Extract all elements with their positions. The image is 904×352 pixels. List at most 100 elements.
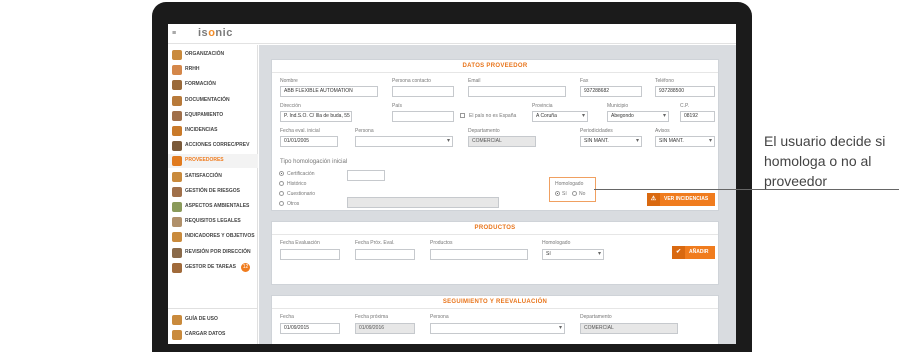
fax-label: Fax: [580, 78, 589, 84]
followup-panel: SEGUIMIENTO Y REEVALUACIÓN Fecha 01/09/2…: [271, 295, 719, 344]
homologated-label: Homologado: [555, 181, 584, 187]
legal-icon: [172, 217, 182, 228]
name-field[interactable]: ABB FLEXIBLE AUTOMATION: [280, 86, 378, 97]
province-label: Provincia: [532, 103, 553, 109]
suppliers-icon: [172, 156, 182, 167]
not-spain-checkbox[interactable]: [460, 113, 465, 118]
homologated-yes-radio[interactable]: [555, 191, 560, 196]
sidebar-item[interactable]: REVISIÓN POR DIRECCIÓN: [168, 246, 258, 260]
sidebar-item[interactable]: DOCUMENTACIÓN: [168, 94, 258, 108]
sidebar-item[interactable]: RRHH: [168, 63, 258, 77]
sidebar-item[interactable]: EQUIPAMIENTO: [168, 109, 258, 123]
sidebar-item[interactable]: PROVEEDORES: [168, 154, 258, 169]
email-label: Email: [468, 78, 481, 84]
sidebar-item[interactable]: INCIDENCIAS: [168, 124, 258, 138]
documents-icon: [172, 95, 182, 106]
product-homologated-select[interactable]: Sí: [542, 249, 604, 260]
actions-icon: [172, 141, 182, 152]
followup-panel-title: SEGUIMIENTO Y REEVALUACIÓN: [272, 296, 718, 309]
sidebar-item[interactable]: INDICADORES Y OBJETIVOS: [168, 230, 258, 244]
country-label: País: [392, 103, 403, 109]
phone-label: Teléfono: [655, 78, 674, 84]
option-otros: Otros: [287, 201, 300, 207]
sidebar-footer-label: GUÍA DE USO: [185, 316, 218, 322]
phone-field[interactable]: 937288500: [655, 86, 715, 97]
followup-department-label: Departamento: [580, 314, 612, 320]
upload-icon: [172, 330, 182, 340]
homologated-no-radio[interactable]: [572, 191, 577, 196]
province-select[interactable]: A Coruña: [532, 111, 588, 122]
sidebar-footer-item[interactable]: CARGAR DATOS: [168, 328, 258, 342]
person-select[interactable]: [355, 136, 453, 147]
email-field[interactable]: [468, 86, 566, 97]
initial-eval-date-field[interactable]: 01/01/2005: [280, 136, 338, 147]
environment-icon: [172, 202, 182, 212]
view-incidents-button[interactable]: ⚠ VER INCIDENCIAS: [647, 193, 715, 206]
guide-icon: [172, 315, 182, 325]
country-field[interactable]: [392, 111, 454, 122]
address-label: Dirección: [280, 103, 301, 109]
name-label: Nombre: [280, 78, 298, 84]
municipality-label: Municipio: [607, 103, 629, 109]
products-panel: PRODUCTOS Fecha Evaluación Fecha Próx. E…: [271, 221, 719, 285]
notices-select[interactable]: SIN MANT.: [655, 136, 715, 147]
next-eval-date-label: Fecha Próx. Eval.: [355, 240, 395, 246]
app-screen: ≡ isonic ORGANIZACIÓN RRHH FORMACIÓN DOCUME…: [168, 24, 736, 344]
address-field[interactable]: P. Ind.S.O. C/ Illa de buda, 55: [280, 111, 352, 122]
menu-icon[interactable]: ≡: [172, 29, 186, 39]
sidebar-footer-item[interactable]: SALIR: [168, 343, 258, 344]
sidebar-item-label: FORMACIÓN: [185, 81, 216, 88]
products-field[interactable]: [430, 249, 528, 260]
radio-historico[interactable]: [279, 181, 284, 186]
person-label: Persona: [355, 128, 374, 134]
sidebar-item-label: INCIDENCIAS: [185, 127, 218, 133]
sidebar-item[interactable]: ACCIONES CORREC/PREV: [168, 139, 258, 153]
homologation-type-label: Tipo homologación inicial: [280, 159, 348, 165]
annotation-text: El usuario decide si homologa o no al pr…: [764, 133, 886, 189]
check-icon: ✔: [672, 246, 685, 259]
hr-icon: [172, 65, 182, 76]
postcode-field[interactable]: 08192: [680, 111, 715, 122]
radio-otros[interactable]: [279, 201, 284, 206]
radio-cuestionario[interactable]: [279, 191, 284, 196]
sidebar-item[interactable]: FORMACIÓN: [168, 78, 258, 92]
radio-certificacion[interactable]: [279, 171, 284, 176]
indicators-icon: [172, 232, 182, 243]
sidebar-item[interactable]: REQUISITOS LEGALES: [168, 215, 258, 229]
followup-person-label: Persona: [430, 314, 449, 320]
sidebar-footer-label: CARGAR DATOS: [185, 331, 226, 337]
sidebar-item-label: INDICADORES Y OBJETIVOS: [185, 233, 255, 240]
sidebar-item-label: ASPECTOS AMBIENTALES: [185, 203, 250, 209]
tasks-badge: 12: [241, 262, 250, 272]
eval-date-field[interactable]: [280, 249, 340, 260]
followup-person-select[interactable]: [430, 323, 565, 334]
risk-icon: [172, 186, 182, 197]
contact-field[interactable]: [392, 86, 454, 97]
sidebar-item[interactable]: GESTIÓN DE RIESGOS: [168, 185, 258, 199]
followup-date-label: Fecha: [280, 314, 294, 320]
add-button[interactable]: ✔ AÑADIR: [672, 246, 715, 259]
sidebar-item-label: RRHH: [185, 66, 200, 73]
next-eval-date-field[interactable]: [355, 249, 415, 260]
sidebar-item[interactable]: SATISFACCIÓN: [168, 170, 258, 184]
sidebar-item[interactable]: ASPECTOS AMBIENTALES: [168, 200, 258, 214]
periodicity-select[interactable]: SIN MANT.: [580, 136, 642, 147]
sidebar-item-label: EQUIPAMIENTO: [185, 111, 224, 118]
followup-department-field: COMERCIAL: [580, 323, 678, 334]
training-icon: [172, 80, 182, 91]
incidents-icon: [172, 126, 182, 136]
top-bar: ≡ isonic: [168, 24, 736, 44]
sidebar-footer-item[interactable]: GUÍA DE USO: [168, 313, 258, 327]
followup-date-field[interactable]: 01/09/2015: [280, 323, 340, 334]
sidebar-item-label: PROVEEDORES: [185, 157, 224, 164]
products-label: Productos: [430, 240, 453, 246]
certification-field[interactable]: [347, 170, 385, 181]
sidebar-item-label: DOCUMENTACIÓN: [185, 96, 230, 103]
app-logo: isonic: [198, 27, 233, 39]
sidebar-item[interactable]: GESTOR DE TAREAS 12: [168, 261, 258, 275]
sidebar-item[interactable]: ORGANIZACIÓN: [168, 48, 258, 62]
organization-icon: [172, 50, 182, 60]
products-panel-title: PRODUCTOS: [272, 222, 718, 235]
fax-field[interactable]: 937288682: [580, 86, 642, 97]
municipality-select[interactable]: Abegondo: [607, 111, 669, 122]
